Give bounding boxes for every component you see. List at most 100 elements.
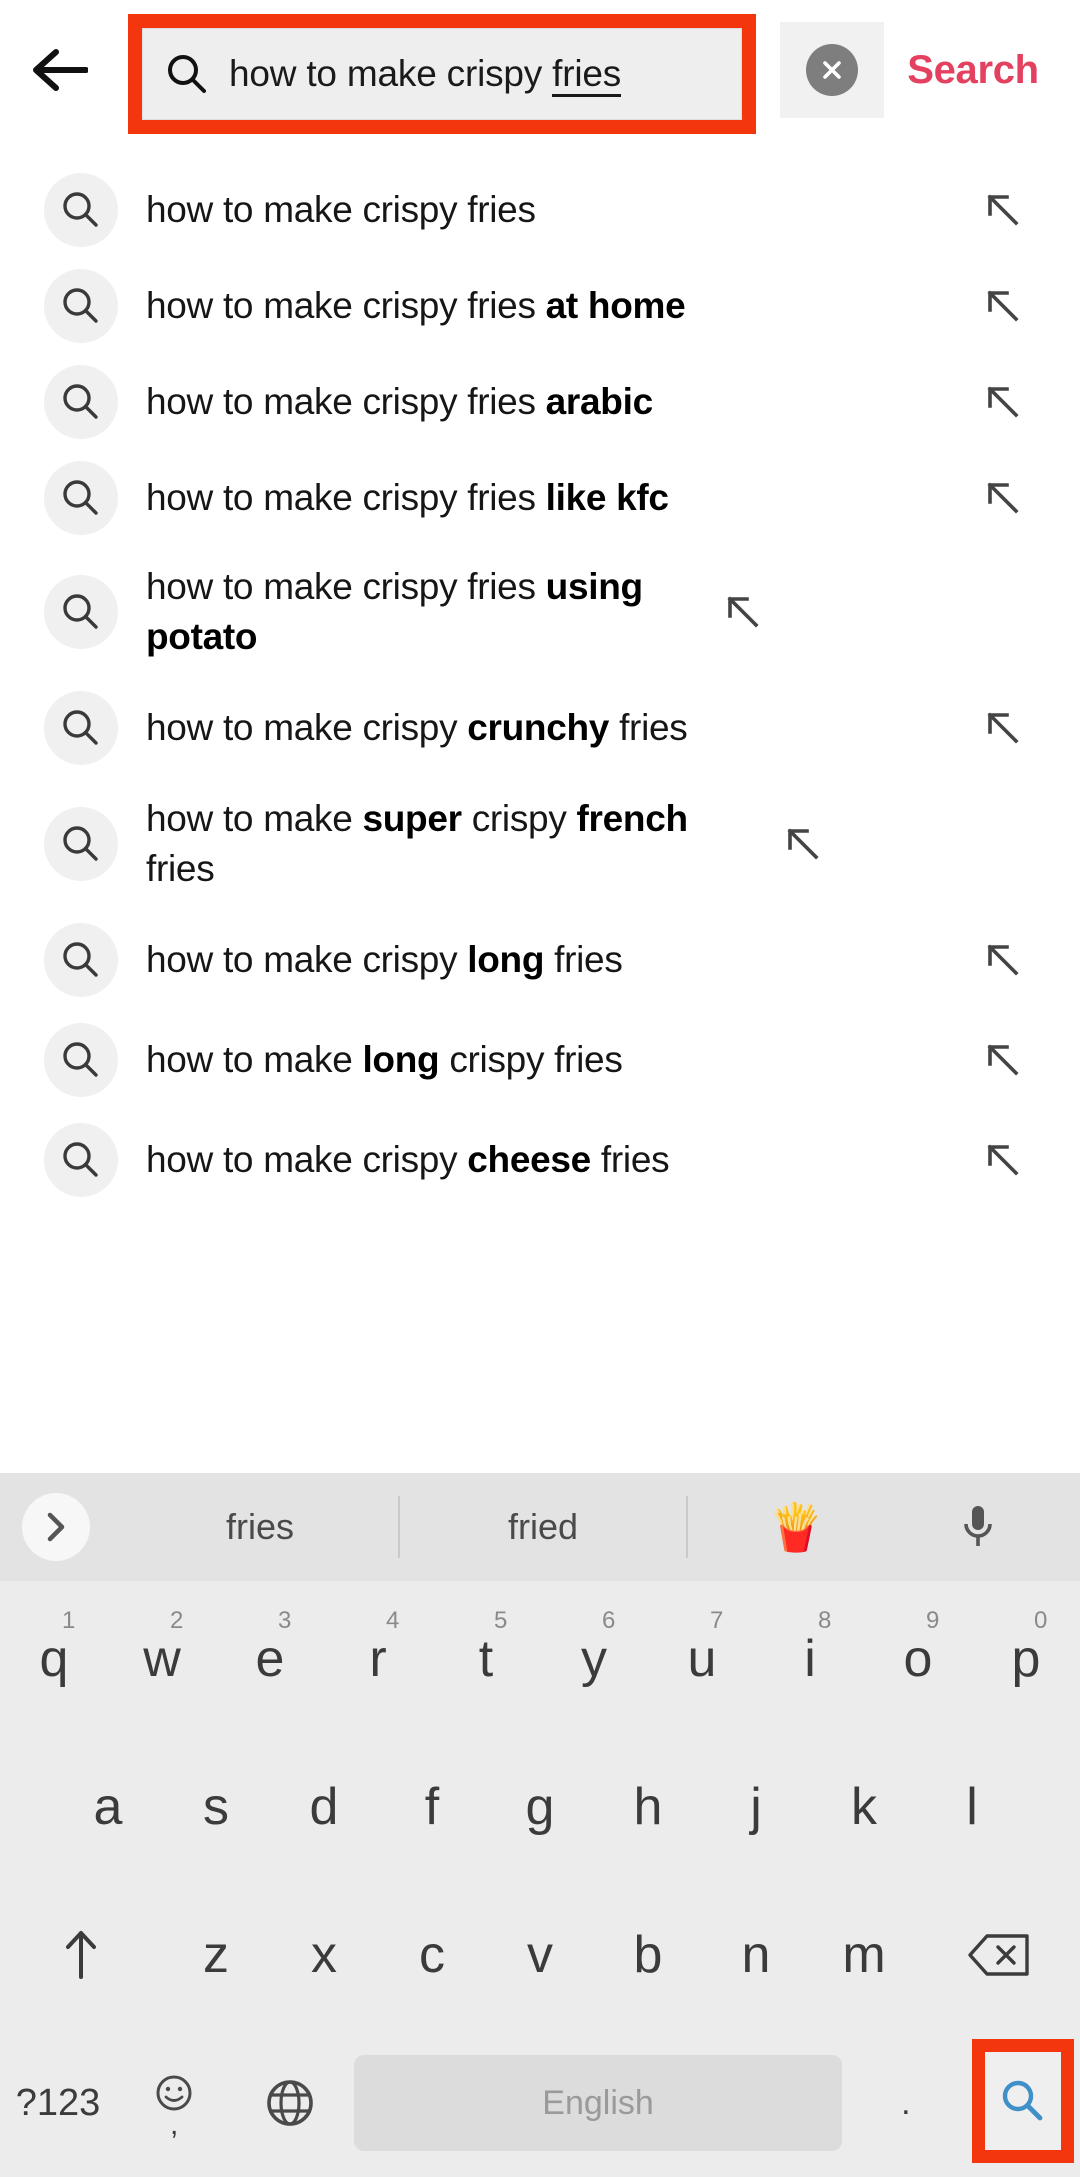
key-q[interactable]: 1q	[0, 1585, 108, 1733]
arrow-up-left-icon[interactable]	[966, 365, 1040, 439]
spacebar[interactable]: English	[354, 2055, 842, 2151]
key-o-label: o	[904, 1629, 933, 1689]
insert-suggestion-glyph	[781, 822, 825, 866]
suggestion-divider	[678, 1473, 696, 1581]
shift-key[interactable]	[0, 1881, 162, 2029]
search-icon	[165, 52, 209, 96]
key-l-label: l	[966, 1777, 978, 1837]
key-l[interactable]: l	[918, 1733, 1026, 1881]
key-g[interactable]: g	[486, 1733, 594, 1881]
list-item[interactable]: how to make crispy crunchy fries	[0, 678, 1080, 778]
key-d-label: d	[310, 1777, 339, 1837]
arrow-up-left-icon[interactable]	[966, 923, 1040, 997]
key-w[interactable]: 2w	[108, 1585, 216, 1733]
suggestion-text: how to make crispy cheese fries	[146, 1135, 966, 1185]
key-v[interactable]: v	[486, 1881, 594, 2029]
list-item[interactable]: how to make crispy fries at home	[0, 258, 1080, 354]
arrow-up-left-icon[interactable]	[966, 461, 1040, 535]
globe-icon	[264, 2077, 316, 2129]
list-item[interactable]: how to make crispy cheese fries	[0, 1110, 1080, 1210]
key-n[interactable]: n	[702, 1881, 810, 2029]
list-item[interactable]: how to make super crispy french fries	[0, 778, 1080, 910]
key-c[interactable]: c	[378, 1881, 486, 2029]
key-t-number: 5	[494, 1607, 507, 1635]
arrow-up-left-icon[interactable]	[966, 173, 1040, 247]
key-y-label: y	[581, 1629, 607, 1689]
period-key[interactable]: .	[848, 2029, 964, 2177]
key-y[interactable]: 6y	[540, 1585, 648, 1733]
key-t-label: t	[479, 1629, 493, 1689]
emoji-key[interactable]: ,	[116, 2029, 232, 2177]
search-key-face	[985, 2052, 1061, 2150]
suggestion-text: how to make long crispy fries	[146, 1035, 966, 1085]
suggestion-text: how to make crispy fries like kfc	[146, 473, 966, 523]
key-m[interactable]: m	[810, 1881, 918, 2029]
key-h[interactable]: h	[594, 1733, 702, 1881]
language-switch-key[interactable]	[232, 2029, 348, 2177]
key-p-number: 0	[1034, 1607, 1047, 1635]
key-r-label: r	[369, 1629, 386, 1689]
arrow-left-icon	[32, 47, 88, 93]
list-item[interactable]: how to make crispy long fries	[0, 910, 1080, 1010]
key-f-label: f	[425, 1777, 439, 1837]
search-glyph	[60, 381, 102, 423]
key-i[interactable]: 8i	[756, 1585, 864, 1733]
list-item[interactable]: how to make crispy fries	[0, 162, 1080, 258]
key-s[interactable]: s	[162, 1733, 270, 1881]
french-fries-emoji: 🍟	[767, 1504, 824, 1550]
search-input-value: how to make crispy fries	[229, 53, 621, 95]
key-a[interactable]: a	[54, 1733, 162, 1881]
numeric-mode-key[interactable]: ?123	[0, 2029, 116, 2177]
search-enter-key[interactable]	[964, 2029, 1080, 2177]
top-search-bar: how to make crispy fries Search	[0, 0, 1080, 140]
list-item[interactable]: how to make crispy fries arabic	[0, 354, 1080, 450]
key-t[interactable]: 5t	[432, 1585, 540, 1733]
key-k-label: k	[851, 1777, 877, 1837]
backspace-icon	[967, 1932, 1031, 1978]
search-glyph	[60, 707, 102, 749]
search-input[interactable]: how to make crispy fries	[142, 28, 742, 120]
search-glyph	[60, 285, 102, 327]
arrow-up-left-icon[interactable]	[706, 575, 780, 649]
keyboard-row-3: z x c v b n m	[0, 1881, 1080, 2029]
microphone-icon	[961, 1502, 995, 1552]
insert-suggestion-glyph	[981, 476, 1025, 520]
voice-input-button[interactable]	[896, 1473, 1060, 1581]
key-u[interactable]: 7u	[648, 1585, 756, 1733]
insert-suggestion-glyph	[981, 1138, 1025, 1182]
back-button[interactable]	[0, 0, 120, 140]
arrow-up-left-icon[interactable]	[966, 269, 1040, 343]
arrow-up-left-icon[interactable]	[766, 807, 840, 881]
list-item[interactable]: how to make crispy fries like kfc	[0, 450, 1080, 546]
arrow-up-left-icon[interactable]	[966, 1123, 1040, 1197]
keyboard-row-2: a s d f g h j k l	[0, 1733, 1080, 1881]
arrow-up-left-icon[interactable]	[966, 691, 1040, 765]
key-e[interactable]: 3e	[216, 1585, 324, 1733]
key-i-number: 8	[818, 1607, 831, 1635]
key-p[interactable]: 0p	[972, 1585, 1080, 1733]
key-s-label: s	[203, 1777, 229, 1837]
key-x[interactable]: x	[270, 1881, 378, 2029]
keyboard-suggestion-emoji[interactable]: 🍟	[696, 1473, 896, 1581]
comma-key-label: ,	[170, 2116, 178, 2134]
search-submit-link[interactable]: Search	[866, 0, 1080, 140]
arrow-up-left-icon[interactable]	[966, 1023, 1040, 1097]
insert-suggestion-glyph	[721, 590, 765, 634]
key-z[interactable]: z	[162, 1881, 270, 2029]
keyboard-suggestion-word-1[interactable]: fries	[130, 1473, 390, 1581]
backspace-key[interactable]	[918, 1881, 1080, 2029]
key-q-label: q	[40, 1629, 69, 1689]
key-j[interactable]: j	[702, 1733, 810, 1881]
key-f[interactable]: f	[378, 1733, 486, 1881]
list-item[interactable]: how to make long crispy fries	[0, 1010, 1080, 1110]
key-b[interactable]: b	[594, 1881, 702, 2029]
key-d[interactable]: d	[270, 1733, 378, 1881]
key-r[interactable]: 4r	[324, 1585, 432, 1733]
key-o[interactable]: 9o	[864, 1585, 972, 1733]
insert-suggestion-glyph	[981, 188, 1025, 232]
key-k[interactable]: k	[810, 1733, 918, 1881]
insert-suggestion-glyph	[981, 706, 1025, 750]
search-query-prefix: how to make crispy	[229, 53, 552, 94]
keyboard-suggestion-word-2[interactable]: fried	[408, 1473, 678, 1581]
list-item[interactable]: how to make crispy fries using potato	[0, 546, 1080, 678]
